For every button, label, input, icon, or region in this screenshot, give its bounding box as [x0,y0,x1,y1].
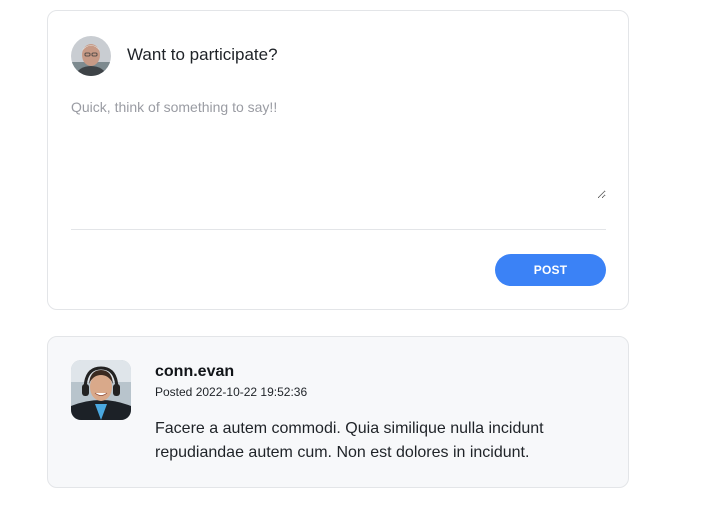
comment-author-name: conn.evan [155,363,235,380]
comment-body: Facere a autem commodi. Quia similique n… [155,420,544,461]
comment-author-avatar [71,360,131,420]
posted-label: Posted [155,385,193,399]
compose-title: Want to participate? [127,45,278,64]
comment-card: conn.evan Posted 2022-10-22 19:52:36 Fac… [47,336,629,488]
comment-compose-card: Want to participate? POST [47,10,629,310]
post-button[interactable]: POST [495,254,606,286]
comment-textarea[interactable] [71,99,606,199]
comment-timestamp: Posted 2022-10-22 19:52:36 [155,385,307,399]
current-user-avatar [71,36,111,76]
posted-datetime: 2022-10-22 19:52:36 [195,385,308,399]
divider [71,229,606,230]
